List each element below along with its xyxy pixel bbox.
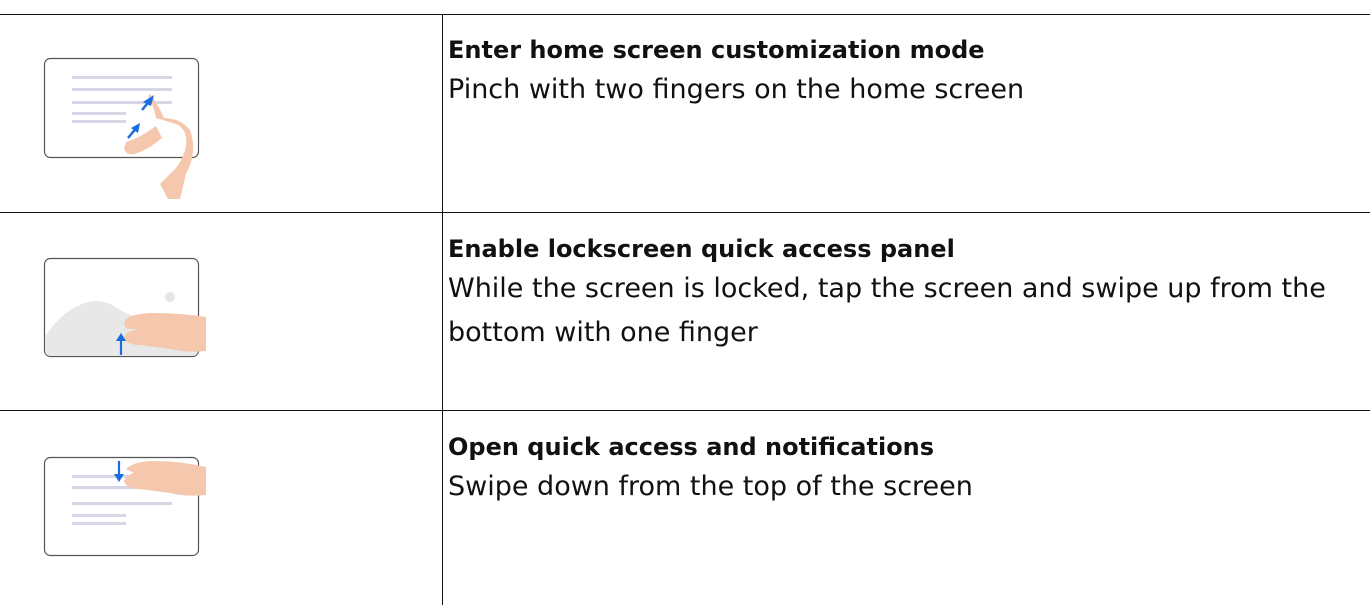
pinch-gesture-icon	[43, 57, 200, 199]
gesture-title: Enter home screen customization mode	[448, 36, 985, 64]
gesture-title: Open quick access and notifications	[448, 433, 935, 461]
description-cell: Open quick access and notifications Swip…	[448, 429, 1364, 509]
gesture-table: Enter home screen customization mode Pin…	[0, 14, 1370, 605]
illustration-cell	[0, 213, 442, 411]
swipe-up-lockscreen-icon	[43, 257, 206, 358]
gesture-row-notifications: Open quick access and notifications Swip…	[0, 411, 1370, 609]
illustration-cell	[0, 14, 442, 212]
gesture-description: While the screen is locked, tap the scre…	[448, 273, 1326, 348]
illustration-cell	[0, 411, 442, 609]
gesture-description: Swipe down from the top of the screen	[448, 471, 973, 502]
description-cell: Enable lockscreen quick access panel Whi…	[448, 231, 1364, 355]
description-cell: Enter home screen customization mode Pin…	[448, 32, 1364, 112]
gesture-row-lockscreen: Enable lockscreen quick access panel Whi…	[0, 213, 1370, 411]
swipe-down-top-icon	[43, 456, 206, 557]
gesture-title: Enable lockscreen quick access panel	[448, 235, 955, 263]
gesture-description: Pinch with two fingers on the home scree…	[448, 74, 1025, 105]
gesture-row-customization: Enter home screen customization mode Pin…	[0, 14, 1370, 212]
